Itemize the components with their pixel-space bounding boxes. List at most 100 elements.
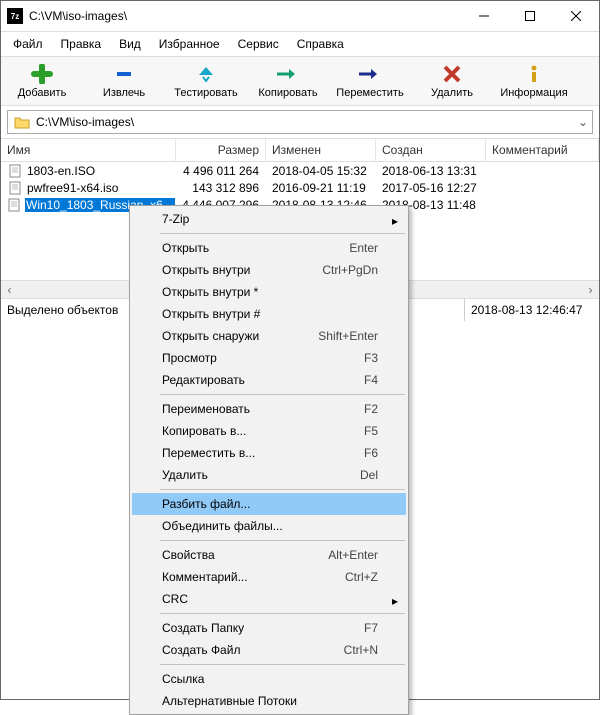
column-headers: Имя Размер Изменен Создан Комментарий <box>1 138 599 162</box>
context-label: Просмотр <box>162 351 364 365</box>
delete-icon <box>442 63 462 85</box>
context-shortcut: F6 <box>364 446 378 460</box>
context-item[interactable]: ОткрытьEnter <box>132 237 406 259</box>
context-item[interactable]: Альтернативные Потоки <box>132 690 406 712</box>
context-separator <box>160 233 405 234</box>
col-comment[interactable]: Комментарий <box>486 139 599 161</box>
file-modified: 2016-09-21 11:19 <box>266 179 376 196</box>
menu-1[interactable]: Правка <box>53 34 110 54</box>
col-created[interactable]: Создан <box>376 139 486 161</box>
context-shortcut: Shift+Enter <box>318 329 378 343</box>
context-shortcut: F4 <box>364 373 378 387</box>
context-item[interactable]: Открыть внутри * <box>132 281 406 303</box>
context-separator <box>160 540 405 541</box>
context-item[interactable]: CRC ▸ <box>132 588 406 610</box>
context-item[interactable]: СвойстваAlt+Enter <box>132 544 406 566</box>
menu-2[interactable]: Вид <box>111 34 149 54</box>
app-icon: 7z <box>7 8 23 24</box>
file-size: 4 496 011 264 <box>176 162 266 179</box>
context-item[interactable]: Переместить в...F6 <box>132 442 406 464</box>
toolbar-copy[interactable]: Копировать <box>247 61 329 101</box>
context-label: Объединить файлы... <box>162 519 378 533</box>
context-label: Переименовать <box>162 402 364 416</box>
toolbar: ДобавитьИзвлечьТестироватьКопироватьПере… <box>1 56 599 106</box>
context-separator <box>160 664 405 665</box>
context-item[interactable]: Открыть снаружиShift+Enter <box>132 325 406 347</box>
context-item[interactable]: Создать ФайлCtrl+N <box>132 639 406 661</box>
menu-0[interactable]: Файл <box>5 34 51 54</box>
close-button[interactable] <box>553 1 599 31</box>
context-item[interactable]: Копировать в...F5 <box>132 420 406 442</box>
window-title: C:\VM\iso-images\ <box>29 9 461 23</box>
scroll-right-button[interactable]: › <box>582 281 599 298</box>
context-menu[interactable]: 7-Zip ▸ ОткрытьEnterОткрыть внутриCtrl+PgD… <box>129 205 409 715</box>
context-item[interactable]: Открыть внутриCtrl+PgDn <box>132 259 406 281</box>
file-name: pwfree91-x64.iso <box>27 181 118 195</box>
toolbar-move[interactable]: Переместить <box>329 61 411 101</box>
context-label: Создать Папку <box>162 621 364 635</box>
context-item[interactable]: ПросмотрF3 <box>132 347 406 369</box>
file-created: 2017-05-16 12:27 <box>376 179 486 196</box>
file-size: 143 312 896 <box>176 179 266 196</box>
window-controls <box>461 1 599 31</box>
toolbar-info[interactable]: Информация <box>493 61 575 101</box>
toolbar-extract[interactable]: Извлечь <box>83 61 165 101</box>
file-icon <box>7 197 21 213</box>
context-item[interactable]: УдалитьDel <box>132 464 406 486</box>
submenu-arrow-icon: ▸ <box>392 214 398 228</box>
toolbar-add[interactable]: Добавить <box>1 61 83 101</box>
context-shortcut: F3 <box>364 351 378 365</box>
path-input[interactable] <box>32 115 574 129</box>
context-shortcut: F5 <box>364 424 378 438</box>
path-dropdown-icon[interactable]: ⌄ <box>574 115 592 129</box>
app-window: 7z C:\VM\iso-images\ ФайлПравкаВидИзбран… <box>0 0 600 700</box>
context-item[interactable]: Открыть внутри # <box>132 303 406 325</box>
context-label: CRC <box>162 592 378 606</box>
context-item[interactable]: Объединить файлы... <box>132 515 406 537</box>
file-row[interactable]: 1803-en.ISO4 496 011 2642018-04-05 15:32… <box>1 162 599 179</box>
context-label: Разбить файл... <box>162 497 378 511</box>
context-separator <box>160 489 405 490</box>
context-label: Открыть внутри # <box>162 307 378 321</box>
toolbar-test[interactable]: Тестировать <box>165 61 247 101</box>
col-size[interactable]: Размер <box>176 139 266 161</box>
file-row[interactable]: pwfree91-x64.iso 143 312 8962016-09-21 11… <box>1 179 599 196</box>
titlebar: 7z C:\VM\iso-images\ <box>1 1 599 32</box>
context-label: Создать Файл <box>162 643 344 657</box>
context-item[interactable]: Комментарий...Ctrl+Z <box>132 566 406 588</box>
context-shortcut: Alt+Enter <box>328 548 378 562</box>
file-created: 2018-06-13 13:31 <box>376 162 486 179</box>
menu-5[interactable]: Справка <box>289 34 352 54</box>
context-label: 7-Zip <box>162 212 378 226</box>
menu-3[interactable]: Избранное <box>151 34 228 54</box>
context-item[interactable]: Разбить файл... <box>132 493 406 515</box>
context-item[interactable]: ПереименоватьF2 <box>132 398 406 420</box>
context-label: Открыть внутри * <box>162 285 378 299</box>
context-item[interactable]: Создать ПапкуF7 <box>132 617 406 639</box>
scroll-left-button[interactable]: ‹ <box>1 281 18 298</box>
context-label: Комментарий... <box>162 570 345 584</box>
col-name[interactable]: Имя <box>1 139 176 161</box>
submenu-arrow-icon: ▸ <box>392 594 398 608</box>
context-item[interactable]: Ссылка <box>132 668 406 690</box>
context-label: Открыть внутри <box>162 263 322 277</box>
context-item[interactable]: РедактироватьF4 <box>132 369 406 391</box>
context-item[interactable]: 7-Zip ▸ <box>132 208 406 230</box>
menu-4[interactable]: Сервис <box>230 34 287 54</box>
folder-icon <box>12 115 32 129</box>
address-bar[interactable]: ⌄ <box>7 110 593 134</box>
context-label: Редактировать <box>162 373 364 387</box>
toolbar-delete[interactable]: Удалить <box>411 61 493 101</box>
context-label: Переместить в... <box>162 446 364 460</box>
col-modified[interactable]: Изменен <box>266 139 376 161</box>
context-shortcut: F7 <box>364 621 378 635</box>
file-icon <box>7 180 23 196</box>
add-icon <box>31 63 53 85</box>
context-shortcut: Ctrl+N <box>344 643 378 657</box>
file-icon <box>7 163 23 179</box>
file-modified: 2018-04-05 15:32 <box>266 162 376 179</box>
maximize-button[interactable] <box>507 1 553 31</box>
move-icon <box>357 63 383 85</box>
minimize-button[interactable] <box>461 1 507 31</box>
info-icon <box>524 63 544 85</box>
